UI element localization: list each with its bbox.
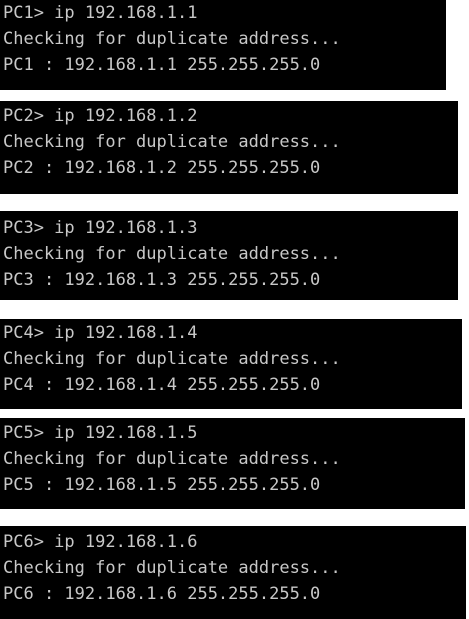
- result-line: PC1 : 192.168.1.1 255.255.255.0: [3, 55, 321, 75]
- result-line: PC6 : 192.168.1.6 255.255.255.0: [3, 584, 321, 604]
- status-line: Checking for duplicate address...: [3, 349, 341, 369]
- status-line: Checking for duplicate address...: [3, 244, 341, 264]
- command-line: PC4> ip 192.168.1.4: [3, 323, 198, 343]
- terminal-pc2[interactable]: PC2> ip 192.168.1.2 Checking for duplica…: [0, 101, 458, 194]
- result-line: PC3 : 192.168.1.3 255.255.255.0: [3, 270, 321, 290]
- status-line: Checking for duplicate address...: [3, 132, 341, 152]
- terminal-pc5[interactable]: PC5> ip 192.168.1.5 Checking for duplica…: [0, 418, 465, 509]
- command-line: PC2> ip 192.168.1.2: [3, 106, 198, 126]
- terminal-pc3[interactable]: PC3> ip 192.168.1.3 Checking for duplica…: [0, 211, 458, 300]
- result-line: PC5 : 192.168.1.5 255.255.255.0: [3, 475, 321, 495]
- command-line: PC1> ip 192.168.1.1: [3, 3, 198, 23]
- terminal-pc1[interactable]: PC1> ip 192.168.1.1 Checking for duplica…: [0, 0, 446, 90]
- terminal-pc6[interactable]: PC6> ip 192.168.1.6 Checking for duplica…: [0, 526, 466, 619]
- result-line: PC4 : 192.168.1.4 255.255.255.0: [3, 375, 321, 395]
- command-line: PC5> ip 192.168.1.5: [3, 423, 198, 443]
- command-line: PC3> ip 192.168.1.3: [3, 218, 198, 238]
- status-line: Checking for duplicate address...: [3, 558, 341, 578]
- result-line: PC2 : 192.168.1.2 255.255.255.0: [3, 158, 321, 178]
- status-line: Checking for duplicate address...: [3, 29, 341, 49]
- terminal-pc4[interactable]: PC4> ip 192.168.1.4 Checking for duplica…: [0, 319, 462, 409]
- status-line: Checking for duplicate address...: [3, 449, 341, 469]
- command-line: PC6> ip 192.168.1.6: [3, 532, 198, 552]
